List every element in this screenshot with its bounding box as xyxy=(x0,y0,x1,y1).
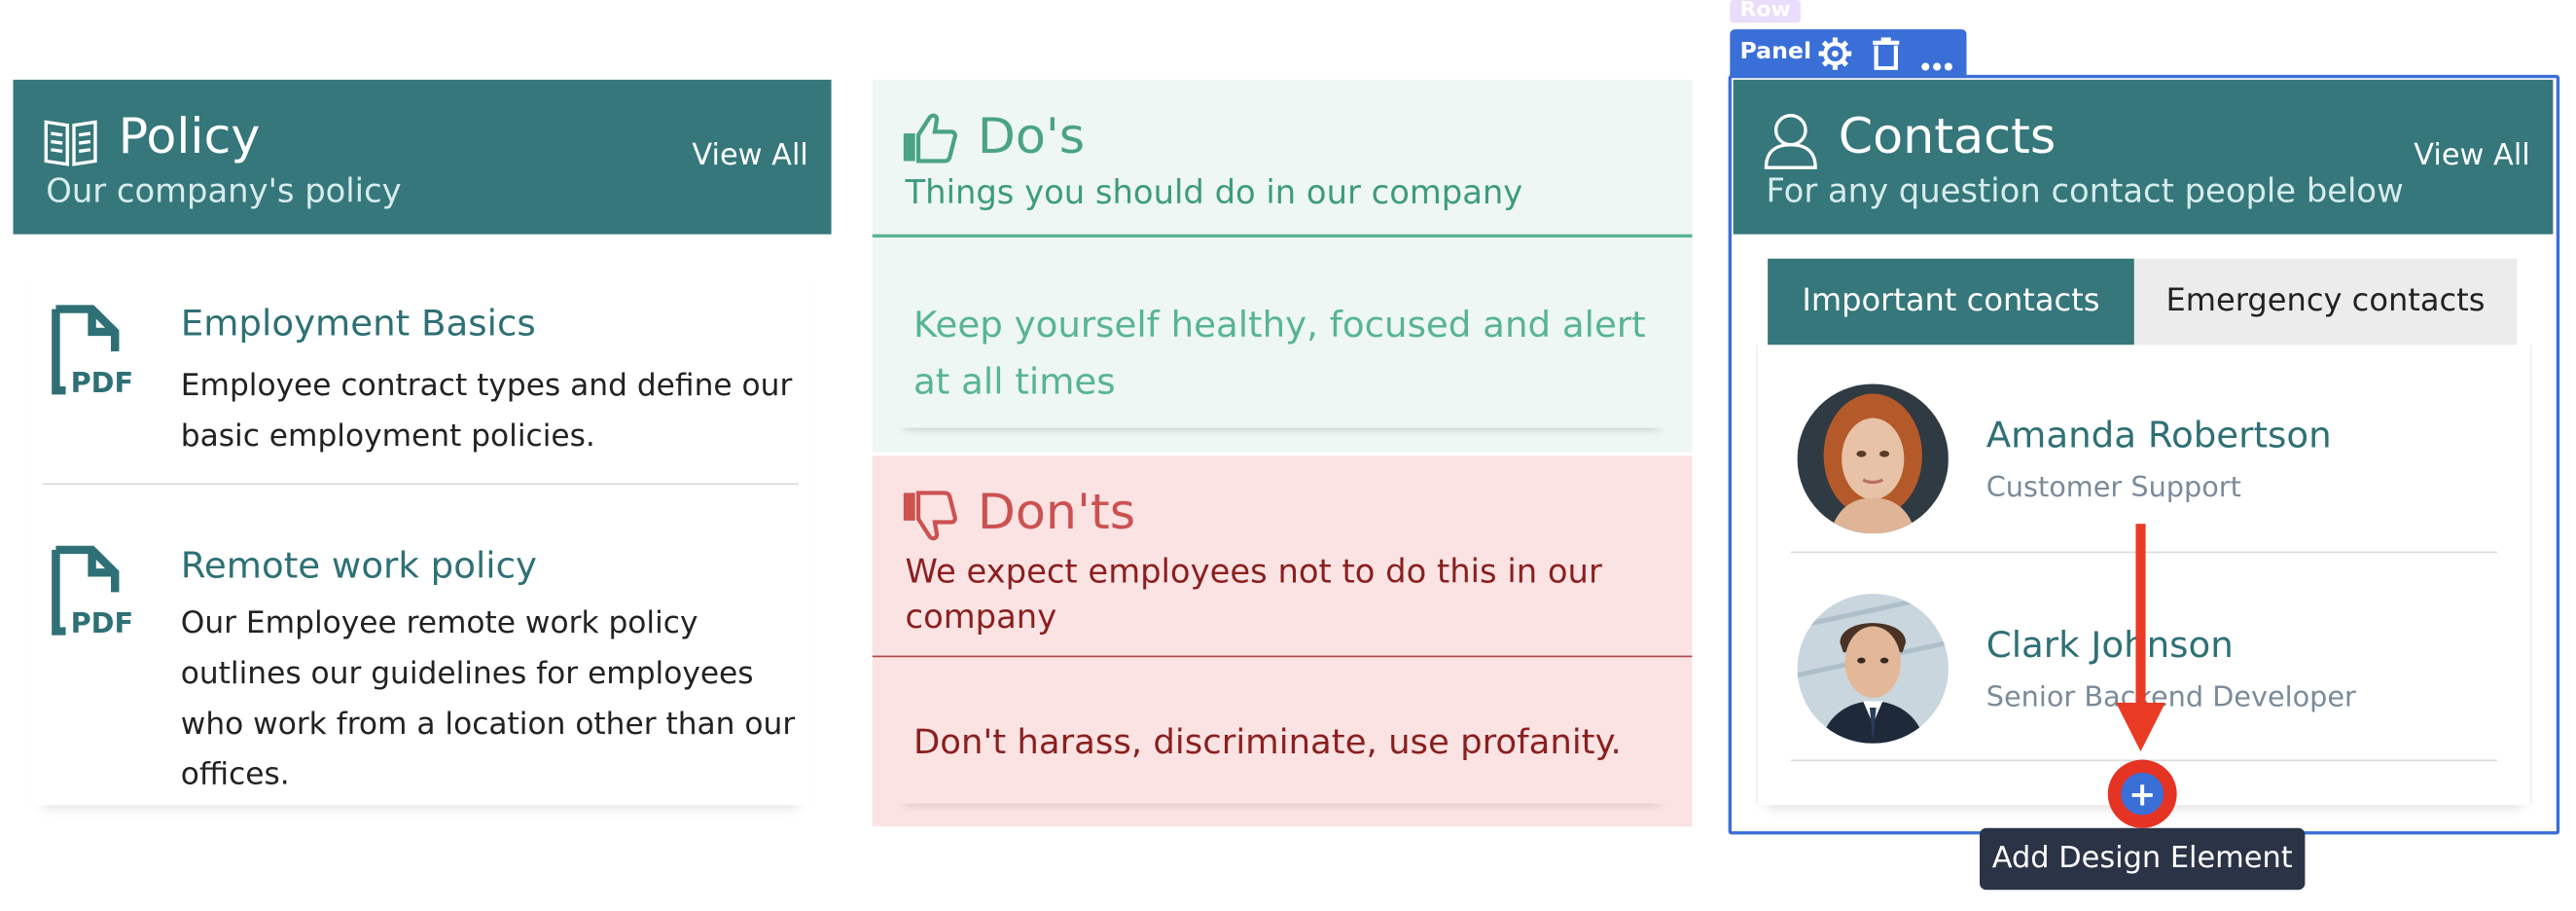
more-icon[interactable] xyxy=(1920,47,1953,78)
policy-subtitle: Our company's policy xyxy=(46,170,402,210)
divider xyxy=(872,655,1693,658)
tooltip: Add Design Element xyxy=(1980,827,2306,891)
thumbs-down-icon xyxy=(902,490,957,548)
panel-toolbar: Panel xyxy=(1730,29,1967,78)
policy-item-description: Our Employee remote work policy outlines… xyxy=(180,606,796,792)
donts-title: Don'ts xyxy=(977,485,1136,542)
panel-label[interactable]: Panel xyxy=(1739,39,1811,65)
row-tag[interactable]: Row xyxy=(1730,0,1801,23)
dos-subtitle: Things you should do in our company xyxy=(905,172,1523,212)
thumbs-up-icon xyxy=(902,112,957,170)
svg-text:PDF: PDF xyxy=(71,606,133,638)
policy-item-title[interactable]: Employment Basics xyxy=(181,305,536,346)
trash-icon[interactable] xyxy=(1872,37,1901,76)
add-element-button[interactable]: + xyxy=(2121,772,2165,816)
pdf-icon: PDF xyxy=(50,543,145,644)
dos-text: Keep yourself healthy, focused and alert… xyxy=(912,306,1646,404)
donts-subtitle: We expect employees not to do this in ou… xyxy=(905,551,1602,637)
dos-panel: Do's Things you should do in our company… xyxy=(872,79,1693,453)
book-icon xyxy=(43,116,98,174)
pdf-icon: PDF xyxy=(50,303,145,404)
policy-item-description: Employee contract types and define our b… xyxy=(180,369,793,455)
donts-body: Don't harass, discriminate, use profanit… xyxy=(893,693,1669,804)
divider xyxy=(42,483,799,486)
policy-header: Policy Our company's policy View All xyxy=(13,79,832,235)
svg-text:PDF: PDF xyxy=(71,366,133,397)
policy-list: PDF Employment Basics Employee contract … xyxy=(32,260,808,806)
dos-body: Keep yourself healthy, focused and alert… xyxy=(893,268,1669,428)
policy-view-all-link[interactable]: View All xyxy=(692,138,808,172)
policy-item-title[interactable]: Remote work policy xyxy=(181,547,537,588)
divider xyxy=(872,234,1693,238)
dos-title: Do's xyxy=(977,108,1086,166)
annotation-arrow xyxy=(2135,524,2146,719)
policy-title: Policy xyxy=(118,108,261,166)
gear-icon[interactable] xyxy=(1818,37,1852,76)
donts-panel: Don'ts We expect employees not to do thi… xyxy=(872,455,1693,827)
plus-icon: + xyxy=(2129,774,2157,814)
donts-text: Don't harass, discriminate, use profanit… xyxy=(912,722,1622,762)
arrow-down-icon xyxy=(2116,703,2165,758)
